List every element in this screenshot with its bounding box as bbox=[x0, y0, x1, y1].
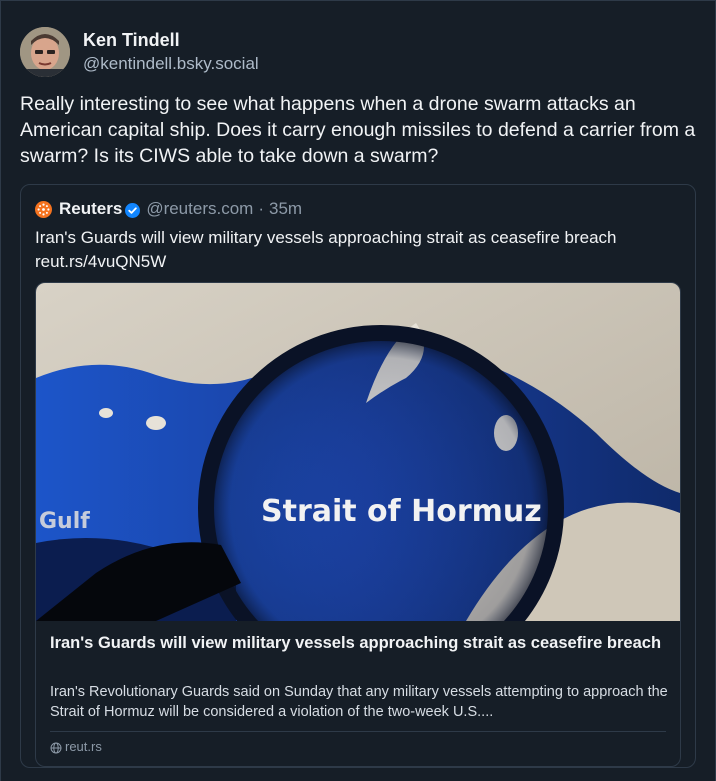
avatar-photo bbox=[20, 27, 70, 77]
link-divider bbox=[50, 731, 666, 732]
verified-badge-icon bbox=[125, 202, 141, 218]
globe-icon bbox=[50, 741, 62, 754]
post-card: Ken Tindell @kentindell.bsky.social Real… bbox=[0, 0, 716, 781]
quote-separator: · bbox=[258, 199, 264, 218]
link-domain-row: reut.rs bbox=[50, 738, 102, 756]
post-text: Really interesting to see what happens w… bbox=[20, 93, 696, 167]
quote-text: Iran's Guards will view military vessels… bbox=[35, 228, 617, 271]
link-preview-card[interactable]: Strait of Hormuz Gulf Iran's Guards will… bbox=[35, 282, 681, 767]
link-title[interactable]: Iran's Guards will view military vessels… bbox=[50, 632, 670, 655]
post-author-row: Ken Tindell @kentindell.bsky.social bbox=[20, 27, 259, 77]
quote-author-handle[interactable]: @reuters.com bbox=[146, 198, 253, 220]
link-description: Iran's Revolutionary Guards said on Sund… bbox=[50, 684, 668, 720]
quote-post[interactable]: Reuters @reuters.com · 35m Iran's Guards… bbox=[20, 184, 696, 768]
quote-author-name[interactable]: Reuters bbox=[59, 198, 122, 220]
quote-header: Reuters @reuters.com · 35m bbox=[35, 198, 302, 220]
avatar[interactable] bbox=[20, 27, 70, 77]
author-display-name[interactable]: Ken Tindell bbox=[83, 29, 259, 51]
author-handle[interactable]: @kentindell.bsky.social bbox=[83, 53, 259, 75]
quote-timestamp[interactable]: 35m bbox=[269, 198, 302, 220]
image-label-main: Strait of Hormuz bbox=[261, 494, 542, 529]
image-label-gulf: Gulf bbox=[39, 509, 90, 534]
link-domain[interactable]: reut.rs bbox=[65, 738, 102, 756]
reuters-logo-icon bbox=[35, 200, 52, 218]
link-preview-image: Strait of Hormuz Gulf bbox=[36, 283, 680, 621]
author-names: Ken Tindell @kentindell.bsky.social bbox=[83, 29, 259, 75]
